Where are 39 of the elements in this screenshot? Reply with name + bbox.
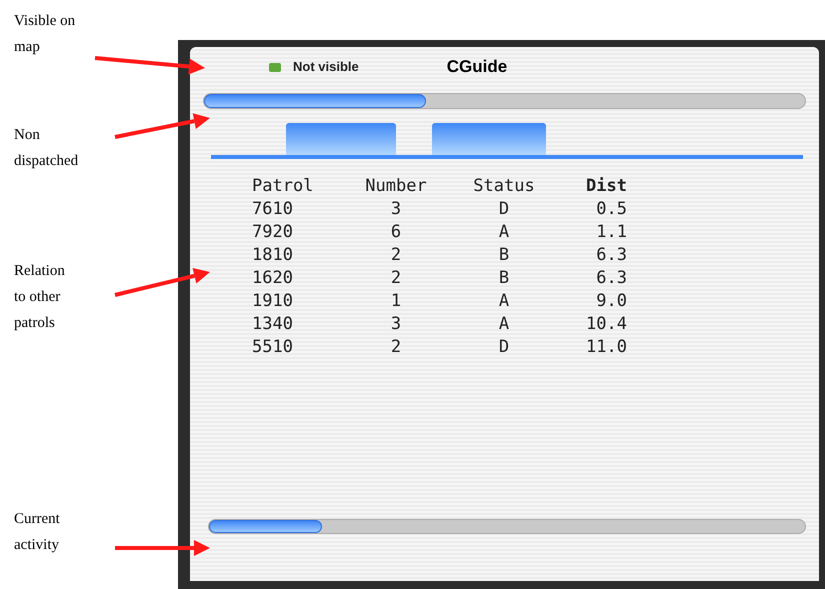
table-cell-text: 1620 xyxy=(252,267,294,290)
annotation-label: Non dispatched xyxy=(14,126,78,171)
table-cell-text: 3 xyxy=(390,198,402,221)
table-cell-text: 7920 xyxy=(252,221,294,244)
window-title: CGuide xyxy=(446,56,508,78)
table-cell-text: 0.5 xyxy=(595,198,627,221)
table-cell-text: 9.0 xyxy=(595,290,627,313)
column-header: Dist xyxy=(585,175,627,198)
table-cell-text: A xyxy=(498,313,510,336)
table-cell-text: 3 xyxy=(390,313,402,336)
table-cell-text: 6.3 xyxy=(595,267,627,290)
annotation-label: Current activity xyxy=(14,510,60,555)
status-indicator-icon xyxy=(269,62,281,72)
table-cell-text: 1 xyxy=(390,290,402,313)
table-cell-text: D xyxy=(498,198,510,221)
table-cell-text: 1810 xyxy=(252,244,294,267)
table-cell-text: 5510 xyxy=(252,336,294,359)
table-cell-text: A xyxy=(498,221,510,244)
table-cell-text: A xyxy=(498,290,510,313)
table-cell-text: 7610 xyxy=(252,198,294,221)
annotation-label: Relation to other patrols xyxy=(14,262,65,333)
table-cell-text: B xyxy=(498,267,510,290)
table-cell-text: 11.0 xyxy=(585,336,627,359)
table-cell-text: 10.4 xyxy=(585,313,627,336)
column-header: Patrol xyxy=(252,175,314,198)
table-cell-text: 2 xyxy=(390,267,402,290)
table-cell-text: 1.1 xyxy=(595,221,627,244)
visibility-label: Not visible xyxy=(293,58,359,76)
table-cell-text: 1340 xyxy=(252,313,294,336)
table-cell-text: B xyxy=(498,244,510,267)
column-header: Status xyxy=(472,175,536,198)
table-cell-text: 6.3 xyxy=(595,244,627,267)
table-cell-text: 2 xyxy=(390,244,402,267)
table-cell-text: 1910 xyxy=(252,290,294,313)
table-cell-text: 2 xyxy=(390,336,402,359)
table-cell-text: D xyxy=(498,336,510,359)
annotation-label: Visible on map xyxy=(14,12,76,57)
column-header: Number xyxy=(364,175,428,198)
table-cell-text: 6 xyxy=(390,221,402,244)
